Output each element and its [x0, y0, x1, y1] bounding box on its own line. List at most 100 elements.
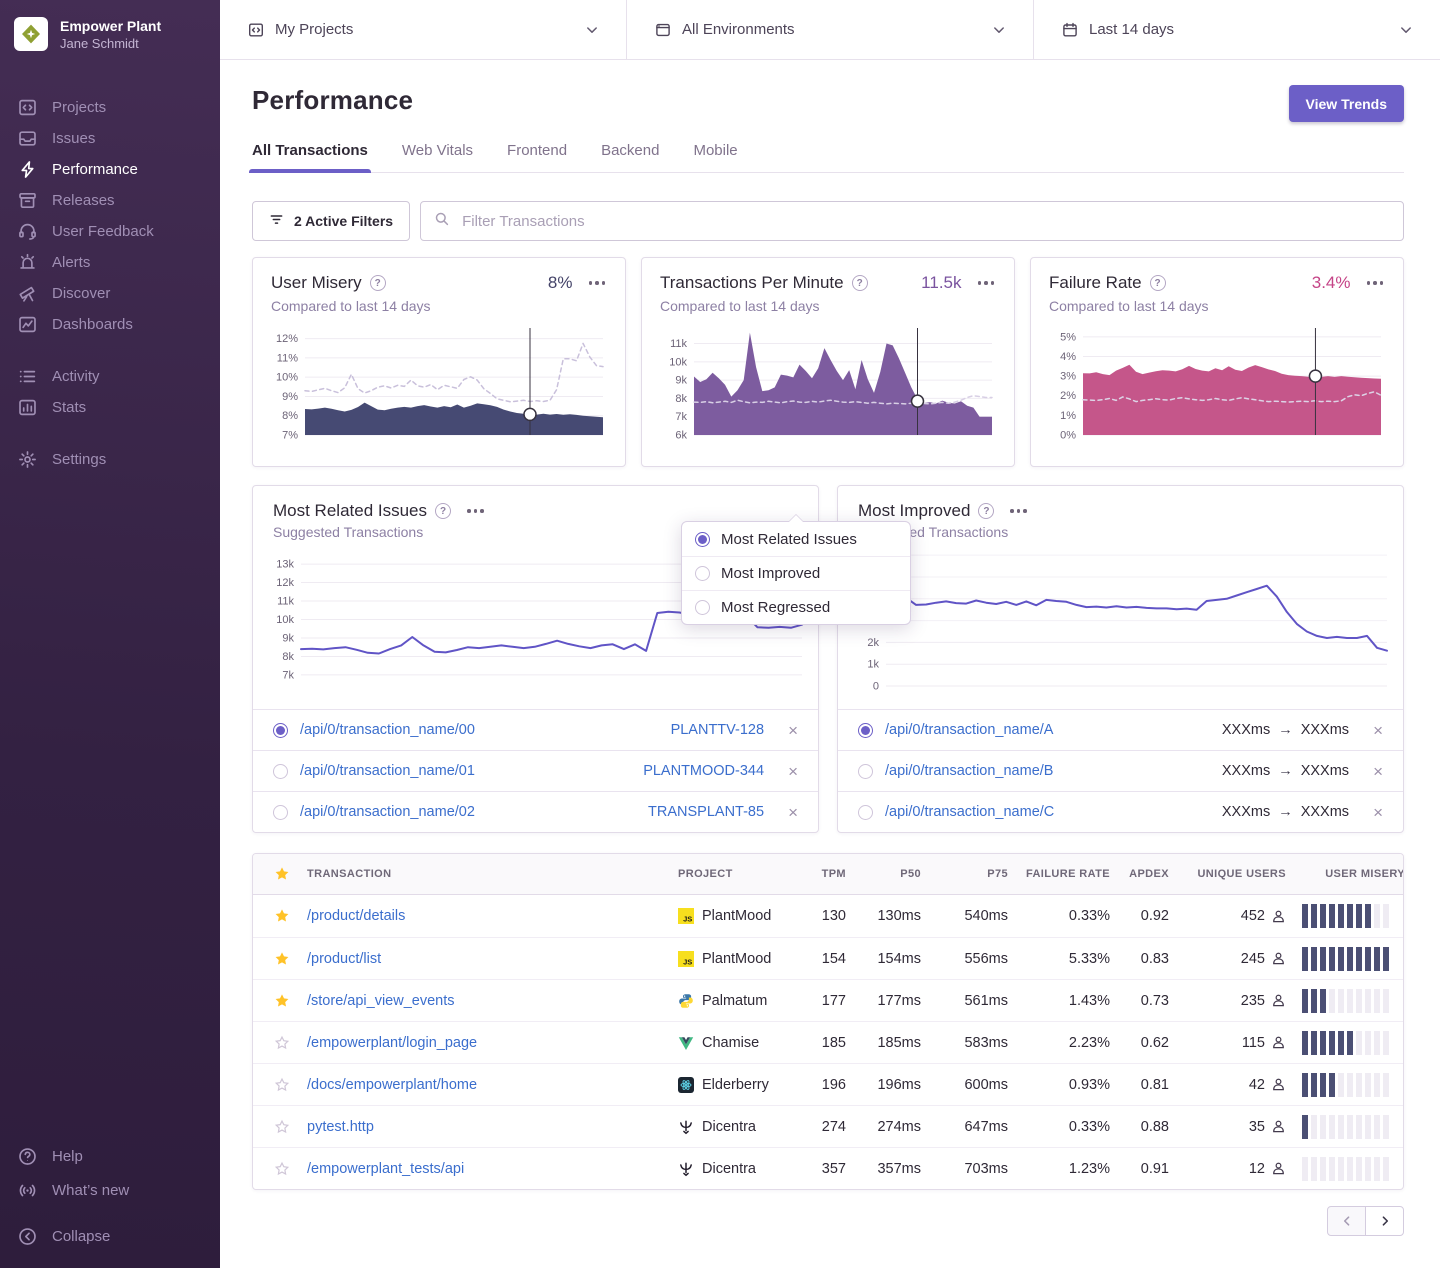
widget-card-most_improved: Most Improved?Suggested Transactions2k1k…: [837, 485, 1404, 833]
close-icon[interactable]: ×: [1373, 763, 1383, 780]
star-outline-icon[interactable]: [253, 1035, 307, 1051]
radio-unselected[interactable]: [858, 805, 873, 820]
releases-icon: [18, 191, 37, 210]
sidebar-item-user-feedback[interactable]: User Feedback: [0, 216, 220, 247]
org-name: Empower Plant: [60, 18, 161, 34]
duration-from: XXXms: [1222, 722, 1270, 738]
widget-list-item: /api/0/transaction_name/CXXXms→XXXms×: [838, 791, 1403, 832]
svg-text:12%: 12%: [276, 333, 298, 345]
star-filled-icon: [274, 951, 290, 967]
star-outline-icon[interactable]: [253, 1161, 307, 1177]
close-icon[interactable]: ×: [788, 722, 798, 739]
transaction-link[interactable]: /api/0/transaction_name/C: [885, 804, 1054, 820]
radio-selected[interactable]: [695, 532, 710, 547]
dropdown-option-most-improved[interactable]: Most Improved: [682, 556, 910, 590]
radio-unselected[interactable]: [695, 566, 710, 581]
transaction-link[interactable]: /api/0/transaction_name/A: [885, 722, 1053, 738]
transaction-link[interactable]: /store/api_view_events: [307, 993, 455, 1009]
tab-mobile[interactable]: Mobile: [693, 142, 737, 172]
card-options-button[interactable]: [1365, 277, 1386, 289]
tab-web-vitals[interactable]: Web Vitals: [402, 142, 473, 172]
close-icon[interactable]: ×: [788, 804, 798, 821]
issue-link[interactable]: PLANTTV-128: [671, 722, 765, 738]
close-icon[interactable]: ×: [1373, 722, 1383, 739]
tab-frontend[interactable]: Frontend: [507, 142, 567, 172]
p75-value: 600ms: [921, 1077, 1008, 1093]
active-filters-button[interactable]: 2 Active Filters: [252, 201, 410, 241]
transaction-link[interactable]: /api/0/transaction_name/02: [300, 804, 475, 820]
star-outline-icon: [274, 1077, 290, 1093]
sidebar-item-discover[interactable]: Discover: [0, 278, 220, 309]
transaction-link[interactable]: /empowerplant/login_page: [307, 1035, 477, 1051]
dropdown-option-most-regressed[interactable]: Most Regressed: [682, 590, 910, 624]
project-selector[interactable]: My Projects: [220, 0, 626, 59]
radio-selected[interactable]: [858, 723, 873, 738]
radio-selected[interactable]: [273, 723, 288, 738]
p50-value: 177ms: [846, 993, 921, 1009]
project-cell: Elderberry: [678, 1077, 798, 1093]
sidebar-item-activity[interactable]: Activity: [0, 361, 220, 392]
p50-value: 196ms: [846, 1077, 921, 1093]
broadcast-icon: [18, 1181, 37, 1200]
radio-unselected[interactable]: [273, 805, 288, 820]
radio-unselected[interactable]: [695, 600, 710, 615]
svg-text:0%: 0%: [1060, 430, 1076, 442]
sidebar-item-settings[interactable]: Settings: [0, 444, 220, 475]
transaction-link[interactable]: pytest.http: [307, 1119, 374, 1135]
star-filled-icon[interactable]: [253, 993, 307, 1009]
sidebar-item-label: Help: [52, 1148, 83, 1165]
sidebar-item-stats[interactable]: Stats: [0, 392, 220, 423]
card-options-button[interactable]: [587, 277, 608, 289]
issue-link[interactable]: PLANTMOOD-344: [643, 763, 764, 779]
widget-options-button[interactable]: [1008, 505, 1029, 517]
user-misery-bars: [1286, 1115, 1404, 1139]
star-outline-icon[interactable]: [253, 1119, 307, 1135]
tab-all-transactions[interactable]: All Transactions: [252, 142, 368, 172]
close-icon[interactable]: ×: [788, 763, 798, 780]
svg-text:8%: 8%: [282, 410, 298, 422]
transaction-link[interactable]: /product/list: [307, 951, 381, 967]
star-filled-icon[interactable]: [253, 908, 307, 924]
sidebar-item-issues[interactable]: Issues: [0, 123, 220, 154]
star-filled-icon[interactable]: [253, 951, 307, 967]
card-options-button[interactable]: [976, 277, 997, 289]
card-title: Failure Rate?: [1049, 273, 1166, 293]
platform-python-icon: [678, 993, 694, 1009]
transaction-link[interactable]: /api/0/transaction_name/01: [300, 763, 475, 779]
sidebar-collapse-button[interactable]: Collapse: [0, 1221, 220, 1252]
transaction-link[interactable]: /empowerplant_tests/api: [307, 1161, 464, 1177]
radio-unselected[interactable]: [273, 764, 288, 779]
user-icon: [1271, 1161, 1286, 1176]
close-icon[interactable]: ×: [1373, 804, 1383, 821]
failure-rate-value: 5.33%: [1008, 951, 1110, 967]
tab-backend[interactable]: Backend: [601, 142, 659, 172]
previous-page-button[interactable]: [1327, 1206, 1366, 1236]
org-switcher[interactable]: Empower Plant Jane Schmidt: [0, 0, 220, 68]
sidebar-item-help[interactable]: Help: [0, 1139, 220, 1173]
issue-link[interactable]: TRANSPLANT-85: [648, 804, 764, 820]
sidebar-item-releases[interactable]: Releases: [0, 185, 220, 216]
transaction-link[interactable]: /api/0/transaction_name/00: [300, 722, 475, 738]
transaction-link[interactable]: /api/0/transaction_name/B: [885, 763, 1053, 779]
transaction-link[interactable]: /docs/empowerplant/home: [307, 1077, 477, 1093]
widget-list-item: /api/0/transaction_name/00 PLANTTV-128 ×: [253, 709, 818, 750]
dropdown-option-most-related-issues[interactable]: Most Related Issues: [682, 522, 910, 556]
sidebar-item-projects[interactable]: Projects: [0, 92, 220, 123]
search-input[interactable]: [460, 212, 1390, 231]
date-range-selector[interactable]: Last 14 days: [1033, 0, 1440, 59]
transaction-link[interactable]: /product/details: [307, 908, 405, 924]
view-trends-button[interactable]: View Trends: [1289, 85, 1404, 122]
widget-options-button[interactable]: [465, 505, 486, 517]
environment-selector[interactable]: All Environments: [626, 0, 1033, 59]
platform-js-icon: JS: [678, 951, 694, 967]
sidebar-item-label: Performance: [52, 161, 138, 178]
sidebar-item-performance[interactable]: Performance: [0, 154, 220, 185]
p50-value: 154ms: [846, 951, 921, 967]
sidebar-item-alerts[interactable]: Alerts: [0, 247, 220, 278]
sidebar-item-what-s-new[interactable]: What’s new: [0, 1173, 220, 1207]
sidebar-item-dashboards[interactable]: Dashboards: [0, 309, 220, 340]
radio-unselected[interactable]: [858, 764, 873, 779]
star-outline-icon[interactable]: [253, 1077, 307, 1093]
next-page-button[interactable]: [1365, 1206, 1404, 1236]
unique-users-value: 235: [1241, 993, 1265, 1009]
